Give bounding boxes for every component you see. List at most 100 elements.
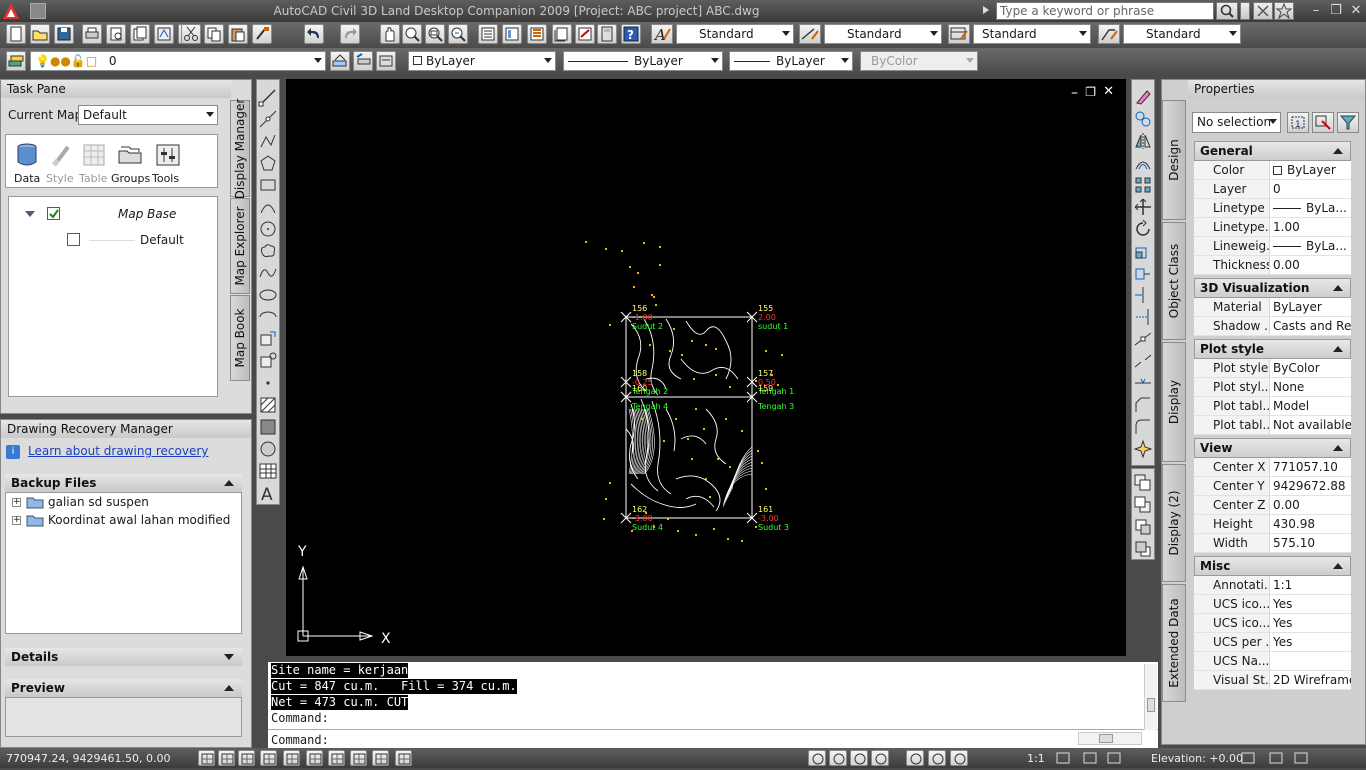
grid-icon[interactable] (218, 750, 235, 766)
table-icon[interactable] (258, 461, 278, 481)
fillet-icon[interactable] (1133, 417, 1153, 437)
property-row[interactable]: Linetype ByLa... (1194, 199, 1351, 218)
property-value[interactable]: 0 (1270, 180, 1351, 198)
undo-icon[interactable] (304, 24, 324, 44)
property-value[interactable]: ByLa... (1270, 199, 1351, 217)
table-style-combo[interactable]: Standard (973, 24, 1091, 44)
property-value[interactable]: 0.00 (1270, 256, 1351, 274)
text-style-icon[interactable]: A (651, 24, 673, 44)
property-section-header[interactable]: 3D Visualization (1194, 278, 1351, 298)
viewport-restore-icon[interactable]: ❐ (1085, 85, 1096, 99)
plot-preview-icon[interactable] (106, 24, 126, 44)
layer-state-icon[interactable] (376, 51, 396, 71)
cut-icon[interactable] (181, 24, 201, 44)
property-row[interactable]: UCS ico... Yes (1194, 614, 1351, 633)
property-value[interactable] (1270, 652, 1351, 670)
save-icon[interactable] (54, 24, 74, 44)
command-hscrollbar[interactable] (1078, 732, 1142, 745)
layer-previous-icon[interactable] (353, 51, 373, 71)
ortho-icon[interactable] (238, 750, 255, 766)
property-row[interactable]: Width 575.10 (1194, 534, 1351, 553)
zoom-window-icon[interactable] (425, 24, 445, 44)
restore-button[interactable]: ❐ (1326, 2, 1346, 20)
search-button[interactable] (1216, 2, 1238, 20)
quickview-drawings-icon[interactable] (850, 750, 868, 766)
property-row[interactable]: Height 430.98 (1194, 515, 1351, 534)
property-value[interactable]: 575.10 (1270, 534, 1351, 552)
auto-scale-icon[interactable] (1080, 750, 1100, 766)
pan-icon[interactable] (380, 24, 400, 44)
property-section-header[interactable]: Misc (1194, 556, 1351, 576)
join-icon[interactable] (1133, 373, 1153, 393)
toolbar-lock-icon[interactable] (1238, 750, 1258, 766)
property-row[interactable]: Center Z 0.00 (1194, 496, 1351, 515)
point-icon[interactable] (258, 373, 278, 393)
properties-icon[interactable] (478, 24, 498, 44)
3d-dwf-icon[interactable] (154, 24, 174, 44)
property-value[interactable]: ByLayer (1270, 298, 1351, 316)
help-icon[interactable]: ? (621, 24, 641, 44)
dyn-icon[interactable] (350, 750, 367, 766)
ellipse-icon[interactable] (258, 285, 278, 305)
search-options-button[interactable] (1240, 2, 1250, 20)
command-scrollbar[interactable] (1144, 664, 1157, 730)
property-row[interactable]: Plot tabl... Model (1194, 397, 1351, 416)
cursor-coordinates[interactable]: 770947.24, 9429461.50, 0.00 (6, 752, 170, 765)
line-icon[interactable] (258, 87, 278, 107)
isolate-objects-icon[interactable] (1266, 750, 1286, 766)
send-under-icon[interactable] (1133, 539, 1153, 559)
bring-above-icon[interactable] (1133, 517, 1153, 537)
markup-icon[interactable] (575, 24, 595, 44)
model-tab-icon[interactable] (808, 750, 826, 766)
zoom-previous-icon[interactable] (448, 24, 468, 44)
property-row[interactable]: Material ByLayer (1194, 298, 1351, 317)
annotation-scale[interactable]: 1:1 (1027, 752, 1045, 765)
property-section-header[interactable]: View (1194, 438, 1351, 458)
otrack-icon[interactable] (306, 750, 323, 766)
minimize-button[interactable]: – (1306, 2, 1326, 20)
linetype-combo[interactable]: ByLayer (563, 51, 723, 71)
property-row[interactable]: UCS Na... (1194, 652, 1351, 671)
map-base-checkbox[interactable] (47, 207, 60, 220)
dim-style-combo[interactable]: Standard (824, 24, 942, 44)
tab-map-book[interactable]: Map Book (230, 295, 250, 381)
viewport-minimize-icon[interactable]: – (1071, 85, 1078, 101)
tab-extended-data[interactable]: Extended Data (1162, 584, 1186, 702)
layer-properties-icon[interactable] (6, 51, 26, 71)
move-icon[interactable] (1133, 197, 1153, 217)
ellipse-arc-icon[interactable] (258, 307, 278, 327)
rectangle-icon[interactable] (258, 175, 278, 195)
layer-combo[interactable]: 💡●●🔓□ 0 (30, 51, 326, 71)
arc-icon[interactable] (258, 197, 278, 217)
property-value[interactable]: ByLayer (1270, 161, 1351, 179)
text-style-combo[interactable]: Standard (676, 24, 794, 44)
multileader-style-combo[interactable]: Standard (1123, 24, 1241, 44)
property-row[interactable]: UCS per ...Yes (1194, 633, 1351, 652)
extend-icon[interactable] (1133, 307, 1153, 327)
multiline-text-icon[interactable]: A (258, 483, 278, 505)
tab-display-manager[interactable]: Display Manager (230, 98, 250, 199)
open-icon[interactable] (30, 24, 50, 44)
toggle-pickadd-icon[interactable]: 1 (1287, 112, 1309, 133)
property-row[interactable]: Thickness 0.00 (1194, 256, 1351, 275)
property-row[interactable]: Plot styl... None (1194, 378, 1351, 397)
property-value[interactable]: 430.98 (1270, 515, 1351, 533)
property-row[interactable]: Shadow ...Casts and Re... (1194, 317, 1351, 336)
workspace-switching-icon[interactable] (1104, 750, 1124, 766)
tab-display-2[interactable]: Display (2) (1162, 464, 1186, 582)
chamfer-icon[interactable] (1133, 395, 1153, 415)
select-objects-icon[interactable] (1312, 112, 1334, 133)
stretch-icon[interactable] (1133, 263, 1153, 283)
quickcalc-icon[interactable] (597, 24, 617, 44)
property-value[interactable]: Yes (1270, 614, 1351, 632)
send-to-back-icon[interactable] (1133, 495, 1153, 515)
plot-icon[interactable] (82, 24, 102, 44)
property-row[interactable]: Plot tabl... Not available (1194, 416, 1351, 435)
property-value[interactable]: 771057.10 (1270, 458, 1351, 476)
map-base-label[interactable]: Map Base (118, 207, 176, 221)
default-layer-checkbox[interactable] (67, 233, 80, 246)
property-value[interactable]: ByLa... (1270, 237, 1351, 255)
dim-style-icon[interactable] (799, 24, 821, 44)
favorites-star-icon[interactable] (1274, 2, 1294, 20)
publish-icon[interactable] (130, 24, 150, 44)
